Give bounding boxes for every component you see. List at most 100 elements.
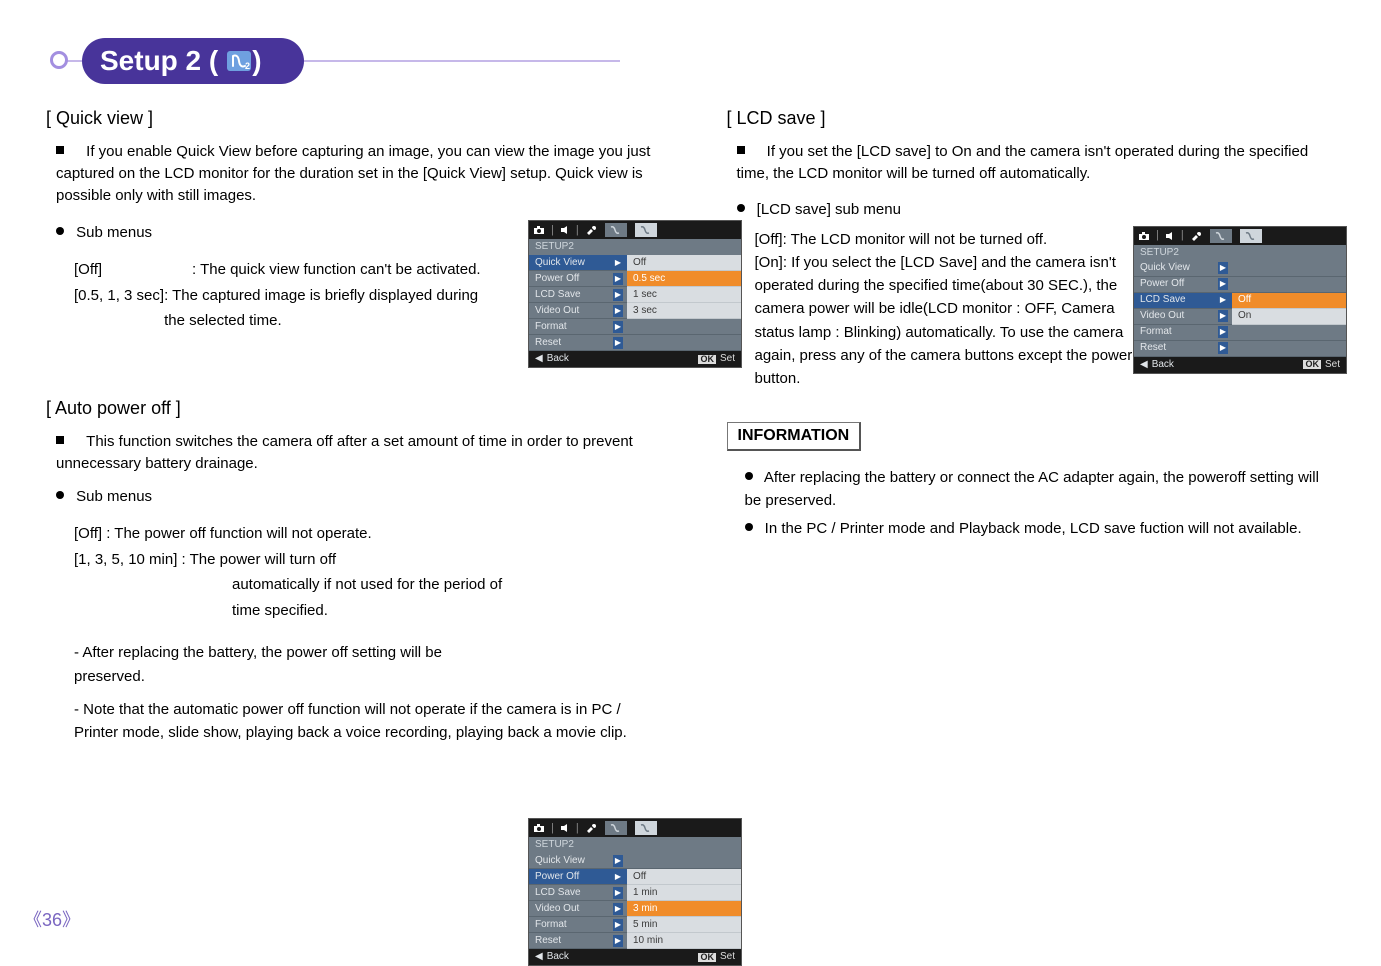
quick-view-text: If you enable Quick View before capturin… — [56, 143, 650, 204]
dot-bullet-icon — [737, 204, 745, 212]
menu-value[interactable]: Off — [627, 255, 741, 271]
menu-value[interactable]: On — [1232, 309, 1346, 325]
arrow-right-icon: ▶ — [613, 903, 623, 915]
menu-value-blank — [1232, 325, 1346, 341]
menu-screenshot-quickview: | | — [528, 220, 742, 368]
menu-item-power-off[interactable]: Power Off▶ — [529, 271, 627, 287]
menu-header: SETUP2 — [529, 239, 741, 255]
square-bullet-icon — [737, 146, 745, 154]
dot-bullet-icon — [745, 472, 753, 480]
arrow-right-icon: ▶ — [613, 935, 623, 947]
menu-value-blank — [627, 335, 741, 351]
menu-item-quick-view[interactable]: Quick View▶ — [1134, 261, 1232, 277]
arrow-right-icon: ▶ — [613, 887, 623, 899]
menu-value[interactable]: 1 min — [627, 885, 741, 901]
menu-value-blank — [627, 853, 741, 869]
menu-item-video-out[interactable]: Video Out▶ — [1134, 309, 1232, 325]
qv-sec-val: : The captured image is briefly displaye… — [164, 283, 494, 334]
menu-item-reset[interactable]: Reset▶ — [1134, 341, 1232, 357]
quick-view-heading: [ Quick view ] — [46, 108, 655, 129]
arrow-right-icon: ▶ — [1218, 310, 1228, 322]
square-bullet-icon — [56, 436, 64, 444]
menu-item-video-out[interactable]: Video Out▶ — [529, 901, 627, 917]
apo-min-key: [1, 3, 5, 10 min] : The power will turn … — [74, 547, 504, 573]
apo-note2: - Note that the automatic power off func… — [74, 698, 655, 745]
set-label[interactable]: Set — [720, 354, 735, 364]
sound-icon — [1165, 231, 1175, 241]
sound-icon — [560, 225, 570, 235]
svg-text:2: 2 — [245, 61, 250, 71]
menu-topbar: | | — [529, 221, 741, 239]
apo-min-val: automatically if not used for the period… — [232, 572, 504, 623]
info-item: In the PC / Printer mode and Playback mo… — [745, 518, 1336, 541]
setup2-icon: 2 — [226, 50, 252, 72]
setup2-tab-icon — [635, 821, 657, 835]
arrow-right-icon: ▶ — [1218, 342, 1228, 354]
qv-off-val: : The quick view function can't be activ… — [192, 257, 481, 283]
tool-icon — [585, 823, 597, 833]
apo-note1: - After replacing the battery, the power… — [74, 641, 504, 688]
menu-value-selected[interactable]: Off — [1232, 293, 1346, 309]
menu-screenshot-poweroff: | | SETUP2 Quick View▶ Power Off▶ LCD Sa… — [528, 818, 742, 966]
arrow-left-icon: ◀ — [535, 354, 543, 364]
menu-value-selected[interactable]: 3 min — [627, 901, 741, 917]
menu-item-video-out[interactable]: Video Out▶ — [529, 303, 627, 319]
info-text-1: After replacing the battery or connect t… — [745, 469, 1319, 509]
menu-item-reset[interactable]: Reset▶ — [529, 335, 627, 351]
back-label[interactable]: Back — [1152, 360, 1174, 370]
back-label[interactable]: Back — [547, 354, 569, 364]
menu-item-lcd-save[interactable]: LCD Save▶ — [1134, 293, 1232, 309]
setup2-tab-icon — [1240, 229, 1262, 243]
arrow-right-icon: ▶ — [613, 871, 623, 883]
arrow-right-icon: ▶ — [1218, 262, 1228, 274]
menu-header: SETUP2 — [1134, 245, 1346, 261]
sub-menus-label: Sub menus — [76, 224, 152, 241]
menu-item-reset[interactable]: Reset▶ — [529, 933, 627, 949]
menu-item-lcd-save[interactable]: LCD Save▶ — [529, 885, 627, 901]
arrow-right-icon: ▶ — [613, 289, 623, 301]
arrow-right-icon: ▶ — [613, 273, 623, 285]
menu-value-blank — [1232, 261, 1346, 277]
menu-item-format[interactable]: Format▶ — [1134, 325, 1232, 341]
arrow-right-icon: ▶ — [613, 337, 623, 349]
page-title-text-prefix: Setup 2 ( — [100, 45, 218, 77]
info-item: After replacing the battery or connect t… — [745, 467, 1336, 512]
menu-value[interactable]: Off — [627, 869, 741, 885]
menu-topbar: | | — [1134, 227, 1346, 245]
apo-off: [Off] : The power off function will not … — [74, 521, 504, 547]
lcd-save-sub-label: [LCD save] sub menu — [757, 201, 901, 218]
menu-value[interactable]: 3 sec — [627, 303, 741, 319]
information-heading: INFORMATION — [727, 422, 862, 451]
sub-menus-label: Sub menus — [76, 488, 152, 505]
lcd-save-heading: [ LCD save ] — [727, 108, 1336, 129]
menu-value-blank — [627, 319, 741, 335]
menu-value-blank — [1232, 277, 1346, 293]
ok-key[interactable]: OK — [1303, 360, 1321, 369]
page-number: 《36》 — [24, 906, 80, 932]
set-label[interactable]: Set — [1325, 360, 1340, 370]
menu-item-quick-view[interactable]: Quick View▶ — [529, 853, 627, 869]
setup1-tab-icon — [605, 821, 627, 835]
auto-power-text: This function switches the camera off af… — [56, 433, 633, 472]
menu-item-lcd-save[interactable]: LCD Save▶ — [529, 287, 627, 303]
dot-bullet-icon — [745, 523, 753, 531]
menu-item-format[interactable]: Format▶ — [529, 319, 627, 335]
ok-key[interactable]: OK — [698, 355, 716, 364]
menu-value-selected[interactable]: 0.5 sec — [627, 271, 741, 287]
camera-icon — [1138, 231, 1150, 241]
tool-icon — [585, 225, 597, 235]
menu-value[interactable]: 1 sec — [627, 287, 741, 303]
menu-item-power-off[interactable]: Power Off▶ — [1134, 277, 1232, 293]
menu-value[interactable]: 10 min — [627, 933, 741, 949]
lcd-save-text: If you set the [LCD save] to On and the … — [737, 143, 1309, 182]
menu-value[interactable]: 5 min — [627, 917, 741, 933]
menu-item-power-off[interactable]: Power Off▶ — [529, 869, 627, 885]
menu-item-quick-view[interactable]: Quick View▶ — [529, 255, 627, 271]
setup1-tab-icon — [1210, 229, 1232, 243]
arrow-right-icon: ▶ — [1218, 278, 1228, 290]
dot-bullet-icon — [56, 227, 64, 235]
ok-key[interactable]: OK — [698, 953, 716, 962]
menu-screenshot-lcdsave: | | SETUP2 Quick View▶ Power Off▶ LCD Sa… — [1133, 226, 1347, 374]
square-bullet-icon — [56, 146, 64, 154]
menu-item-format[interactable]: Format▶ — [529, 917, 627, 933]
